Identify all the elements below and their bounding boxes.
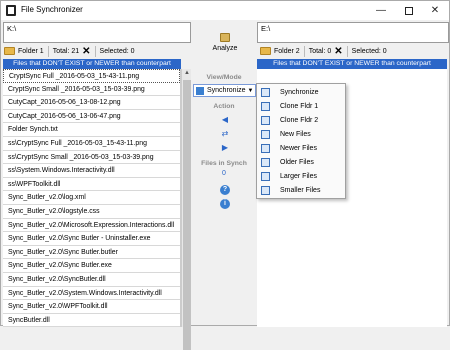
maximize-button[interactable] xyxy=(395,1,423,20)
right-list-header: Files that DON'T EXIST or NEWER than cou… xyxy=(257,59,447,69)
sync-mode-option-icon xyxy=(261,115,270,125)
file-row[interactable]: Sync_Butler_v2.0\logstyle.css xyxy=(3,205,180,219)
menu-item-synchronize[interactable]: Synchronize xyxy=(257,85,345,99)
copy-right-icon[interactable]: ▶ xyxy=(220,143,230,152)
scroll-up-icon[interactable]: ▲ xyxy=(183,70,191,79)
file-row[interactable]: CutyCapt_2016-05-06_13-08-12.png xyxy=(3,96,180,110)
right-folder-label: Folder 2 xyxy=(274,47,300,55)
file-row[interactable]: ss\WPFToolkit.dll xyxy=(3,178,180,192)
menu-item-label: Larger Files xyxy=(280,172,317,180)
clear-x-icon[interactable]: ✕ xyxy=(82,46,90,57)
separator xyxy=(346,45,348,57)
menu-item-label: Smaller Files xyxy=(280,186,321,194)
title-bar: File Synchronizer — ✕ xyxy=(1,1,449,20)
analyze-button[interactable]: Analyze xyxy=(210,33,240,52)
files-in-synch-count: 0 xyxy=(222,170,226,177)
right-toolbar: Folder 2 Total: 0 ✕ Selected: 0 xyxy=(257,43,447,59)
app-icon xyxy=(6,5,16,16)
copy-left-icon[interactable]: ◀ xyxy=(220,115,230,124)
file-row[interactable]: ss\CryptSync Full _2016-05-03_15-43-11.p… xyxy=(3,137,180,151)
sync-mode-option-icon xyxy=(261,101,270,111)
separator xyxy=(94,45,96,57)
file-row[interactable]: Sync_Butler_v2.0\Sync Butler.butler xyxy=(3,246,180,260)
separator xyxy=(303,45,305,57)
file-row[interactable]: Sync_Butler_v2.0\System.Windows.Interact… xyxy=(3,287,180,301)
file-row[interactable]: ss\System.Windows.Interactivity.dll xyxy=(3,164,180,178)
file-row[interactable]: Sync_Butler_v2.0\Sync Butler.exe xyxy=(3,259,180,273)
left-file-list[interactable]: CryptSync Full _2016-05-03_15-43-11.png C… xyxy=(3,69,181,327)
right-path-field[interactable]: E:\ xyxy=(257,22,449,43)
chevron-down-icon: ▼ xyxy=(247,87,254,94)
analyze-label: Analyze xyxy=(212,45,238,52)
info-icon[interactable]: i xyxy=(220,199,230,209)
left-path-field[interactable]: K:\ xyxy=(3,22,191,43)
file-row[interactable]: Folder Synch.txt xyxy=(3,123,180,137)
sync-mode-option-icon xyxy=(261,143,270,153)
file-row[interactable]: CryptSync Small _2016-05-03_15-03-39.png xyxy=(3,83,180,97)
files-in-synch-label: Files in Synch xyxy=(201,160,247,167)
sync-mode-option-icon xyxy=(261,185,270,195)
right-total-label: Total: 0 xyxy=(308,47,332,55)
sync-mode-option-icon xyxy=(261,157,270,167)
main-window: File Synchronizer — ✕ K:\ E:\ Folder 1 T… xyxy=(0,0,450,350)
menu-item-new-files[interactable]: New Files xyxy=(257,127,345,141)
maximize-icon xyxy=(405,6,413,15)
clear-x-icon[interactable]: ✕ xyxy=(334,46,342,57)
sync-mode-option-icon xyxy=(261,171,270,181)
file-row[interactable]: Sync_Butler_v2.0\Sync Butler - Uninstall… xyxy=(3,232,180,246)
separator xyxy=(47,45,49,57)
file-row[interactable]: Sync_Butler_v2.0\WPFToolkit.dll xyxy=(3,300,180,314)
sync-mode-icon xyxy=(196,86,204,95)
help-icon[interactable]: ? xyxy=(220,185,230,195)
left-folder-label: Folder 1 xyxy=(18,47,44,55)
menu-item-clone-fldr-2[interactable]: Clone Fldr 2 xyxy=(257,113,345,127)
sync-mode-option-icon xyxy=(261,129,270,139)
left-total-label: Total: 21 xyxy=(52,47,80,55)
sync-both-icon[interactable]: ⇄ xyxy=(220,129,230,138)
menu-item-larger-files[interactable]: Larger Files xyxy=(257,169,345,183)
menu-item-label: New Files xyxy=(280,130,311,138)
menu-item-clone-fldr-1[interactable]: Clone Fldr 1 xyxy=(257,99,345,113)
file-row[interactable]: CryptSync Full _2016-05-03_15-43-11.png xyxy=(3,69,180,83)
center-panel: Analyze View/Mode Synchronize ▼ Action ◀… xyxy=(191,33,257,327)
menu-item-smaller-files[interactable]: Smaller Files xyxy=(257,183,345,197)
folder-icon[interactable] xyxy=(4,47,15,55)
menu-item-newer-files[interactable]: Newer Files xyxy=(257,141,345,155)
folder-icon[interactable] xyxy=(260,47,271,55)
file-row[interactable]: Sync_Butler_v2.0\SyncButler.dll xyxy=(3,273,180,287)
minimize-button[interactable]: — xyxy=(367,1,395,20)
file-row[interactable]: CutyCapt_2016-05-06_13-06-47.png xyxy=(3,110,180,124)
window-title: File Synchronizer xyxy=(21,5,83,14)
file-row[interactable]: ss\CryptSync Small _2016-05-03_15-03-39.… xyxy=(3,151,180,165)
sync-mode-option-icon xyxy=(261,87,270,97)
left-scrollbar[interactable]: ▲ xyxy=(181,69,191,350)
close-button[interactable]: ✕ xyxy=(421,1,449,20)
file-row[interactable]: SyncButler.dll xyxy=(3,314,180,327)
menu-item-label: Newer Files xyxy=(280,144,317,152)
scroll-thumb[interactable] xyxy=(183,80,191,350)
left-selected-label: Selected: 0 xyxy=(99,47,135,55)
sync-mode-value: Synchronize xyxy=(207,87,246,94)
file-row[interactable]: Sync_Butler_v2.0\log.xml xyxy=(3,191,180,205)
menu-item-label: Older Files xyxy=(280,158,314,166)
menu-item-label: Clone Fldr 2 xyxy=(280,116,319,124)
analyze-folder-icon xyxy=(220,33,230,42)
menu-item-older-files[interactable]: Older Files xyxy=(257,155,345,169)
menu-item-label: Clone Fldr 1 xyxy=(280,102,319,110)
left-toolbar: Folder 1 Total: 21 ✕ Selected: 0 xyxy=(1,43,181,59)
action-label: Action xyxy=(213,103,235,110)
left-list-header: Files that DON'T EXIST or NEWER than cou… xyxy=(3,59,181,69)
file-row[interactable]: Sync_Butler_v2.0\Microsoft.Expression.In… xyxy=(3,219,180,233)
menu-item-label: Synchronize xyxy=(280,88,319,96)
sync-mode-select[interactable]: Synchronize ▼ xyxy=(193,84,256,97)
view-mode-label: View/Mode xyxy=(206,74,242,81)
right-selected-label: Selected: 0 xyxy=(351,47,387,55)
sync-mode-menu: Synchronize Clone Fldr 1 Clone Fldr 2 New F… xyxy=(256,83,346,199)
